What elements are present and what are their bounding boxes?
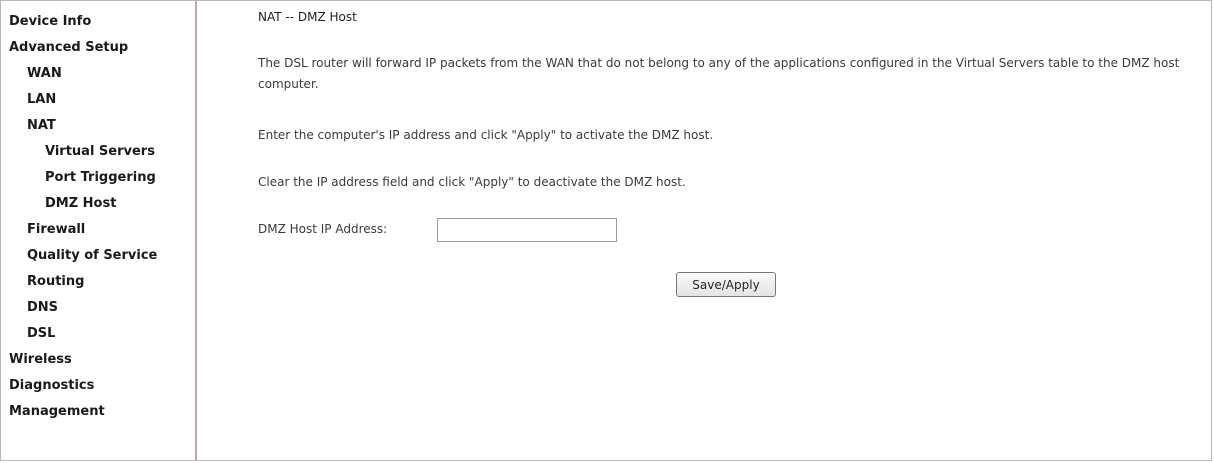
sidebar-item-wan[interactable]: WAN [27, 64, 62, 84]
main-content: NAT -- DMZ Host The DSL router will forw… [197, 1, 1213, 462]
dmz-ip-label: DMZ Host IP Address: [258, 222, 388, 236]
sidebar-item-diagnostics[interactable]: Diagnostics [9, 376, 94, 396]
sidebar-item-quality-of-service[interactable]: Quality of Service [27, 246, 157, 266]
sidebar-item-dns[interactable]: DNS [27, 298, 58, 318]
sidebar-item-nat[interactable]: NAT [27, 116, 56, 136]
sidebar-item-lan[interactable]: LAN [27, 90, 56, 110]
sidebar-item-management[interactable]: Management [9, 402, 105, 422]
sidebar-item-port-triggering[interactable]: Port Triggering [45, 168, 156, 188]
sidebar-item-firewall[interactable]: Firewall [27, 220, 85, 240]
sidebar-nav: Device Info Advanced Setup WAN LAN NAT V… [1, 1, 197, 460]
sidebar-item-virtual-servers[interactable]: Virtual Servers [45, 142, 155, 162]
activate-instruction: Enter the computer's IP address and clic… [258, 128, 714, 142]
page-title: NAT -- DMZ Host [258, 10, 357, 24]
sidebar-item-routing[interactable]: Routing [27, 272, 84, 292]
dmz-host-ip-input[interactable] [437, 218, 617, 242]
deactivate-instruction: Clear the IP address field and click "Ap… [258, 175, 686, 189]
sidebar-item-advanced-setup[interactable]: Advanced Setup [9, 38, 128, 58]
sidebar-item-wireless[interactable]: Wireless [9, 350, 72, 370]
sidebar-item-device-info[interactable]: Device Info [9, 12, 91, 32]
sidebar-item-dmz-host[interactable]: DMZ Host [45, 194, 116, 214]
sidebar-item-dsl[interactable]: DSL [27, 324, 55, 344]
dmz-description: The DSL router will forward IP packets f… [258, 56, 1180, 91]
save-apply-button[interactable]: Save/Apply [676, 272, 776, 297]
